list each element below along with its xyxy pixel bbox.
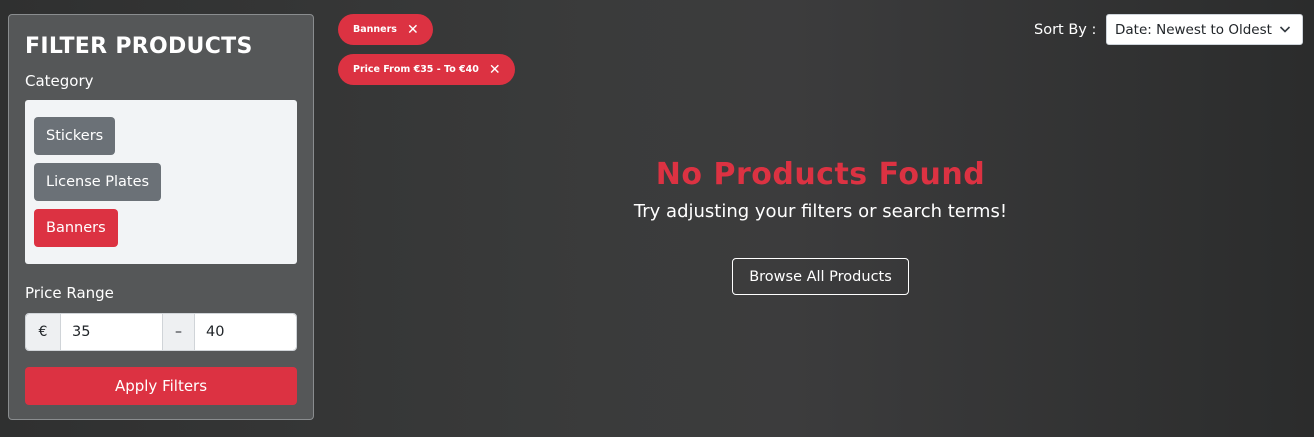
price-range-label: Price Range: [25, 284, 114, 302]
currency-addon: €: [26, 314, 61, 350]
apply-filters-button[interactable]: Apply Filters: [25, 367, 297, 405]
category-button-banners[interactable]: Banners: [34, 209, 118, 247]
category-button-stickers[interactable]: Stickers: [34, 117, 116, 155]
category-label: Category: [25, 72, 94, 90]
category-list: Stickers License Plates Banners: [25, 100, 297, 264]
price-min-input[interactable]: [61, 314, 162, 350]
category-button-license-plates[interactable]: License Plates: [34, 163, 162, 201]
active-filter-chip-banners[interactable]: Banners ✕: [338, 14, 433, 45]
chevron-down-icon: [1279, 26, 1291, 33]
browse-all-products-button[interactable]: Browse All Products: [732, 258, 909, 295]
chip-label: Banners: [353, 24, 397, 35]
close-icon[interactable]: ✕: [489, 63, 501, 77]
active-filter-chip-price[interactable]: Price From €35 - To €40 ✕: [338, 54, 515, 85]
price-separator: –: [162, 314, 195, 350]
price-max-input[interactable]: [195, 314, 296, 350]
empty-state-title: No Products Found: [655, 157, 986, 192]
sort-by-label: Sort By :: [1034, 22, 1097, 38]
chip-label: Price From €35 - To €40: [353, 64, 479, 75]
sort-select[interactable]: Date: Newest to Oldest: [1106, 14, 1303, 45]
sort-selected-value: Date: Newest to Oldest: [1115, 21, 1272, 38]
close-icon[interactable]: ✕: [407, 23, 419, 37]
filter-sidebar: FILTER PRODUCTS Category Stickers Licens…: [8, 14, 314, 420]
price-range-group: € –: [25, 313, 297, 351]
sidebar-title: FILTER PRODUCTS: [25, 34, 253, 59]
empty-state-subtitle: Try adjusting your filters or search ter…: [633, 201, 1008, 222]
